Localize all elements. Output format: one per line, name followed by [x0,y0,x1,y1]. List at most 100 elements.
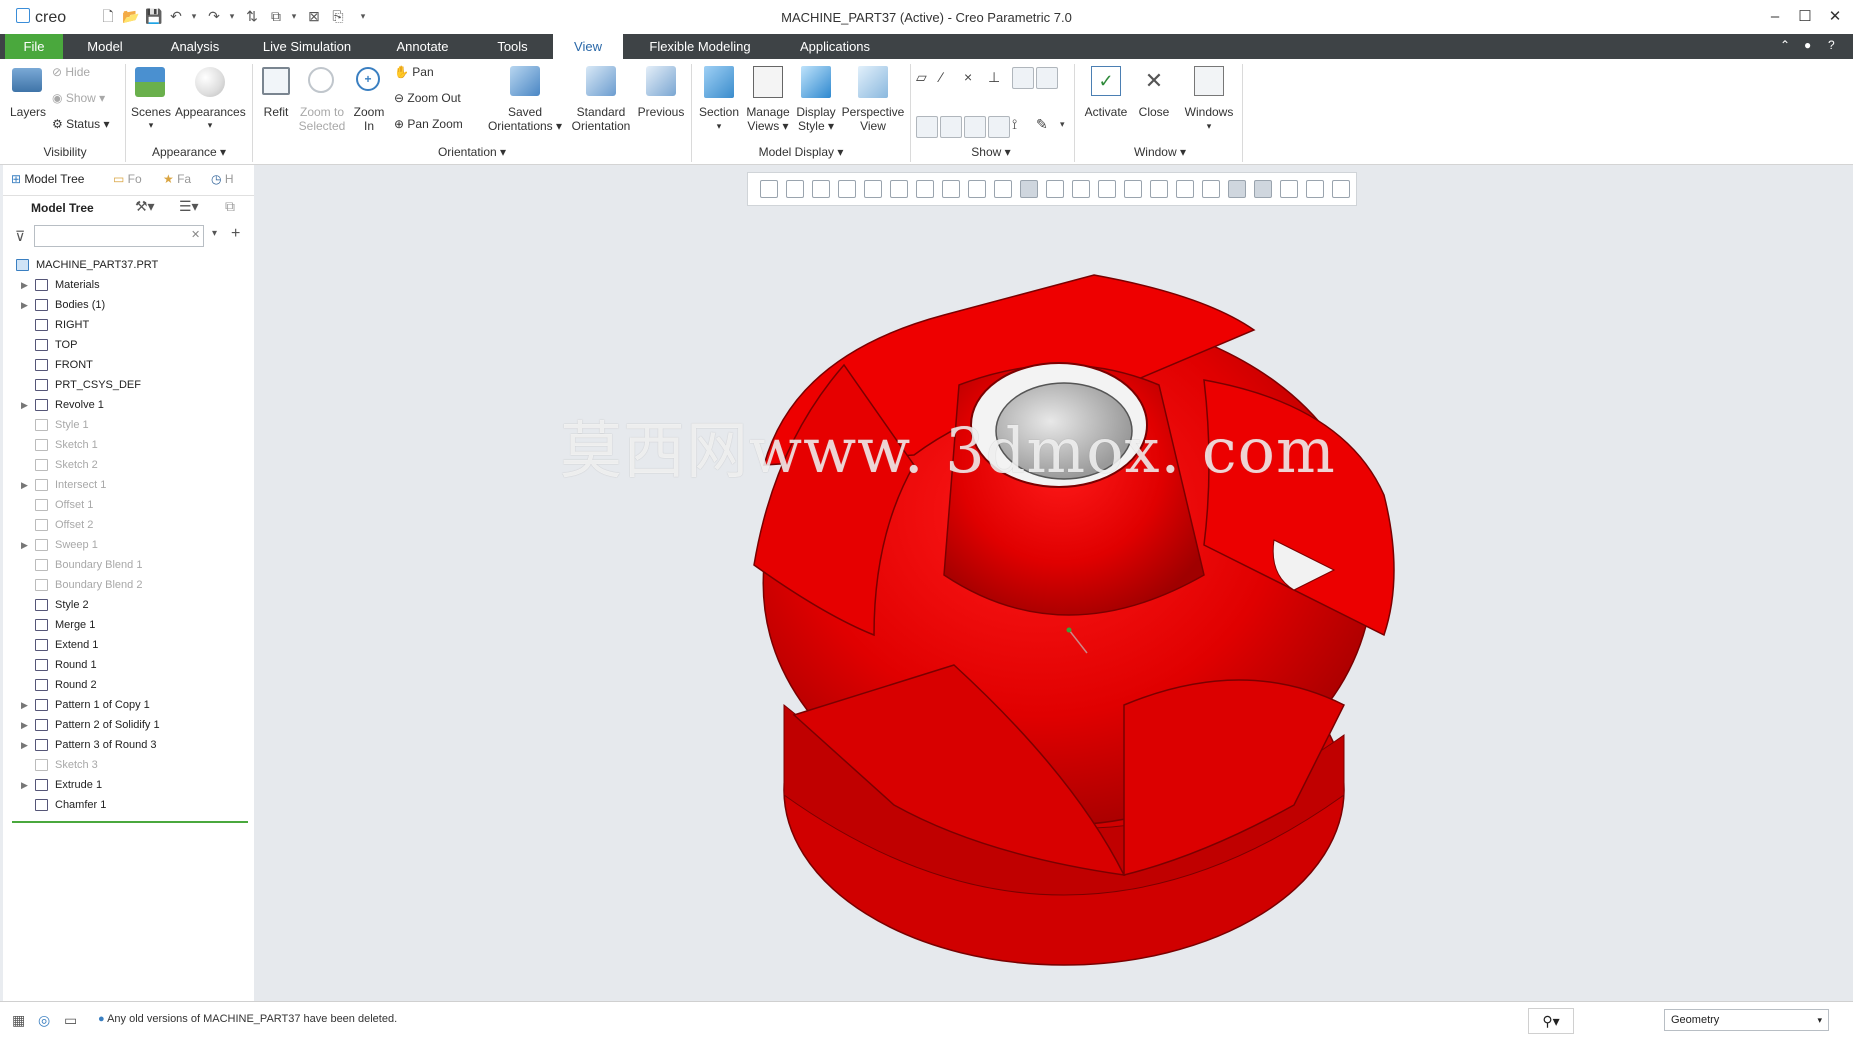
zoom-to-selected-button[interactable]: Zoom to Selected [296,64,348,142]
tab-analysis[interactable]: Analysis [160,34,230,59]
tree-item[interactable]: ▶ Revolve 1 [3,395,254,415]
manage-views-button[interactable]: Manage Views ▾ [744,64,792,142]
minimize-ribbon-icon[interactable]: ⌃ [1780,38,1790,52]
help-icon[interactable]: ? [1828,38,1835,52]
clear-search-icon[interactable]: ✕ [191,228,200,241]
model-display-group-label[interactable]: Model Display ▾ [696,145,906,159]
sketch-display-icon[interactable] [1254,180,1272,198]
plane-tag-icon[interactable] [1124,180,1142,198]
expand-arrow-icon[interactable]: ▶ [21,735,28,755]
expand-arrow-icon[interactable]: ▶ [21,535,28,555]
csys-tag-icon[interactable] [988,116,1010,138]
annotation-display-icon[interactable] [1012,67,1034,89]
search-dropdown-icon[interactable]: ▾ [212,228,217,239]
layers-button[interactable]: Layers [8,64,48,134]
filter-icon[interactable]: ⊽ [15,228,25,245]
find-button[interactable]: ⚲▾ [1528,1008,1574,1034]
impeller-model[interactable] [644,235,1524,985]
tree-item[interactable]: Sketch 1 [3,435,254,455]
show-options-icon[interactable]: ☰▾ [179,198,199,215]
tree-item[interactable]: Style 1 [3,415,254,435]
selection-filter-select[interactable]: Geometry ▾ [1664,1009,1829,1031]
show-navigator-icon[interactable]: ▦ [12,1012,25,1029]
tree-item[interactable]: ▶ Intersect 1 [3,475,254,495]
view-manager-icon[interactable] [1020,180,1038,198]
previous-button[interactable]: Previous [636,64,686,142]
point-tag-icon[interactable] [1202,180,1220,198]
tree-item[interactable]: Boundary Blend 2 [3,575,254,595]
triangle-icon[interactable] [1280,180,1298,198]
section-button[interactable]: Section ▾ [696,64,742,142]
annotation-display-icon[interactable] [1228,180,1246,198]
zoom-out-button[interactable]: ⊖ Zoom Out [394,91,461,105]
section-icon[interactable] [1046,180,1064,198]
add-item-icon[interactable]: + [231,225,240,243]
activate-button[interactable]: ✓ Activate [1080,64,1132,142]
spin-center-icon[interactable] [994,180,1012,198]
tab-model-tree[interactable]: ⊞ Model Tree [11,172,84,186]
tree-search-input[interactable] [34,225,204,247]
tree-item[interactable]: Round 1 [3,655,254,675]
show-button[interactable]: ◉ Show ▾ [52,91,105,105]
tree-item[interactable]: ▶ Materials [3,275,254,295]
tab-folder-browser[interactable]: ▭ Fo [113,172,142,186]
pause-icon[interactable] [1306,180,1324,198]
tree-item[interactable]: Sketch 2 [3,455,254,475]
tree-item[interactable]: Round 2 [3,675,254,695]
plane-display-icon[interactable]: ▱ [916,69,936,86]
standard-orientation-icon[interactable] [890,180,908,198]
tree-item[interactable]: Chamfer 1 [3,795,254,815]
tree-item[interactable]: Sketch 3 [3,755,254,775]
tree-item[interactable]: ▶ Extrude 1 [3,775,254,795]
minimize-button[interactable]: – [1760,6,1790,28]
tree-item[interactable]: ▶ Pattern 3 of Round 3 [3,735,254,755]
tree-item[interactable]: RIGHT [3,315,254,335]
tab-applications[interactable]: Applications [785,34,885,59]
close-button[interactable]: ✕ [1820,6,1850,28]
pan-button[interactable]: ✋ Pan [394,65,434,79]
expand-arrow-icon[interactable]: ▶ [21,775,28,795]
display-style-button[interactable]: Display Style ▾ [794,64,838,142]
expand-arrow-icon[interactable]: ▶ [21,275,28,295]
appearances-button[interactable]: Appearances ▾ [175,64,246,142]
full-screen-icon[interactable]: ▭ [64,1012,77,1029]
tree-item[interactable]: PRT_CSYS_DEF [3,375,254,395]
tree-item[interactable]: FRONT [3,355,254,375]
tree-item[interactable]: Merge 1 [3,615,254,635]
zoom-in-icon[interactable] [786,180,804,198]
spin-center-icon[interactable]: ⟟ [1012,116,1032,133]
tab-annotate[interactable]: Annotate [385,34,460,59]
previous-icon[interactable] [942,180,960,198]
tree-item[interactable]: Offset 1 [3,495,254,515]
tree-item[interactable]: ▶ Bodies (1) [3,295,254,315]
zoom-out-icon[interactable] [812,180,830,198]
axis-tag-icon[interactable] [940,116,962,138]
tree-item[interactable]: ▶ Pattern 2 of Solidify 1 [3,715,254,735]
axis-display-icon[interactable]: ∕ [940,69,960,85]
scenes-button[interactable]: Scenes ▾ [130,64,172,142]
show-more-dropdown-icon[interactable]: ▾ [1060,119,1065,130]
tab-tools[interactable]: Tools [485,34,540,59]
sketch-display-icon[interactable]: ✎ [1036,116,1056,133]
standard-orientation-button[interactable]: Standard Orientation [568,64,634,142]
pan-zoom-button[interactable]: ⊕ Pan Zoom [394,117,463,131]
tree-root[interactable]: MACHINE_PART37.PRT [3,255,254,275]
tree-item[interactable]: Style 2 [3,595,254,615]
tab-history[interactable]: ◷ H [211,172,233,186]
saved-orientations-button[interactable]: Saved Orientations ▾ [484,64,566,142]
tab-live-simulation[interactable]: Live Simulation [252,34,362,59]
point-tag-icon[interactable] [964,116,986,138]
perspective-view-button[interactable]: Perspective View [840,64,906,142]
close-window-button[interactable]: ✕ Close [1134,64,1174,142]
tab-file[interactable]: File [5,34,63,59]
orientation-group-label[interactable]: Orientation ▾ [258,145,686,159]
show-group-label[interactable]: Show ▾ [916,145,1066,159]
tab-favorites[interactable]: ★ Fa [163,172,191,186]
zoom-in-button[interactable]: + Zoom In [350,64,388,142]
tree-item[interactable]: ▶ Pattern 1 of Copy 1 [3,695,254,715]
refit-icon[interactable] [760,180,778,198]
stop-icon[interactable] [1332,180,1350,198]
tab-view[interactable]: View [553,34,623,59]
tree-item[interactable]: Extend 1 [3,635,254,655]
tree-item[interactable]: ▶ Sweep 1 [3,535,254,555]
